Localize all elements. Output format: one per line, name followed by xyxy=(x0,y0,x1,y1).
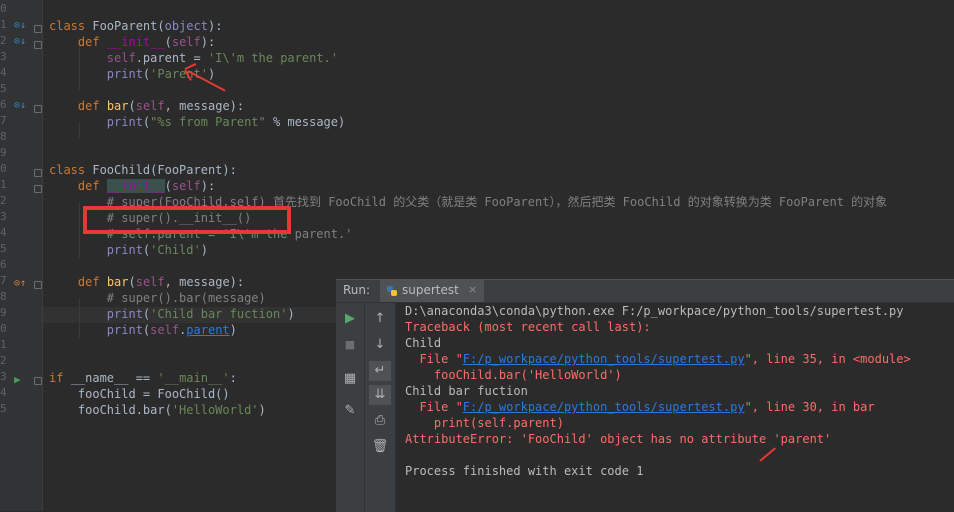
close-icon[interactable]: × xyxy=(468,283,477,296)
console-line: Process finished with exit code 1 xyxy=(405,464,644,478)
run-toolbar-left: ▶ ■ ▦ ✎ xyxy=(336,303,365,512)
console-line: fooChild.bar('HelloWorld') xyxy=(405,368,622,382)
pin-icon[interactable]: ✎ xyxy=(339,401,361,421)
line-number: 3 xyxy=(0,50,7,63)
print-icon[interactable]: ⎙ xyxy=(369,411,391,431)
run-header: Run: supertest × xyxy=(336,280,954,303)
code-line: fooChild = FooChild() xyxy=(77,387,230,401)
code-line: print('Child') xyxy=(106,243,208,257)
fold-marker[interactable] xyxy=(34,25,42,33)
trash-icon[interactable]: 🗑 xyxy=(369,437,391,457)
run-gutter-icon[interactable]: ▶ xyxy=(14,373,21,386)
run-label: Run: xyxy=(343,283,371,297)
fold-marker[interactable] xyxy=(34,281,42,289)
code-line: print("%s from Parent" % message) xyxy=(106,115,346,129)
override-icon[interactable]: ⊙↓ xyxy=(14,100,26,111)
code-line: def bar(self, message): xyxy=(77,99,245,113)
traceback-link[interactable]: F:/p_workpace/python_tools/supertest.py xyxy=(463,352,745,366)
run-tool-window: Run: supertest × ▶ ■ ▦ ✎ ↑ ↓ ↵ ⇊ ⎙ 🗑 D:\… xyxy=(336,279,954,512)
code-line: if __name__ == '__main__': xyxy=(49,371,237,385)
override-icon[interactable]: ⊙↓ xyxy=(14,20,26,31)
overriding-icon[interactable]: ⊙↑ xyxy=(14,278,26,289)
console-line: print(self.parent) xyxy=(405,416,564,430)
code-line: def bar(self, message): xyxy=(77,275,245,289)
restore-layout-icon[interactable]: ▦ xyxy=(339,369,361,389)
console-line: File "F:/p_workpace/python_tools/superte… xyxy=(405,352,911,366)
up-arrow-icon[interactable]: ↑ xyxy=(369,309,391,329)
soft-wrap-icon[interactable]: ↵ xyxy=(369,361,391,381)
traceback-link[interactable]: F:/p_workpace/python_tools/supertest.py xyxy=(463,400,745,414)
code-line: print(self.parent) xyxy=(106,323,237,337)
override-icon[interactable]: ⊙↓ xyxy=(14,36,26,47)
line-number: 4 xyxy=(0,386,7,399)
line-number: 0 xyxy=(0,2,7,15)
line-number: 7 xyxy=(0,114,7,127)
line-number: 2 xyxy=(0,34,7,47)
fold-marker[interactable] xyxy=(34,169,42,177)
line-number: 6 xyxy=(0,258,7,271)
line-number: 8 xyxy=(0,130,7,143)
python-icon xyxy=(387,286,397,296)
line-number: 6 xyxy=(0,98,7,111)
line-number: 1 xyxy=(0,178,7,191)
error-line: AttributeError: 'FooChild' object has no… xyxy=(405,432,832,446)
down-arrow-icon[interactable]: ↓ xyxy=(369,335,391,355)
rerun-icon[interactable]: ▶ xyxy=(339,309,361,329)
line-number: 0 xyxy=(0,162,7,175)
line-number: 3 xyxy=(0,210,7,223)
line-number: 2 xyxy=(0,354,7,367)
code-line: class FooParent(object): xyxy=(49,19,223,33)
line-number: 0 xyxy=(0,322,7,335)
stop-icon[interactable]: ■ xyxy=(339,335,361,355)
fold-marker[interactable] xyxy=(34,105,42,113)
line-number: 1 xyxy=(0,338,7,351)
line-number: 4 xyxy=(0,226,7,239)
fold-marker[interactable] xyxy=(34,185,42,193)
console-line: D:\anaconda3\conda\python.exe F:/p_workp… xyxy=(405,304,904,318)
line-number: 8 xyxy=(0,290,7,303)
console-line: Child xyxy=(405,336,442,350)
line-number: 3 xyxy=(0,370,7,383)
line-number: 9 xyxy=(0,146,7,159)
annotation-highlight-box xyxy=(83,206,291,234)
fold-marker[interactable] xyxy=(34,377,42,385)
line-number: 9 xyxy=(0,306,7,319)
editor-gutter: 0 1 2 3 4 5 6 7 8 9 0 1 2 3 4 5 6 7 8 9 0 1 2 3 4 5 ⊙↓ ⊙↓ ⊙↓ ⊙↑ ▶ xyxy=(0,0,43,511)
line-number: 2 xyxy=(0,194,7,207)
code-line: print('Child bar fuction') xyxy=(106,307,295,321)
line-number: 5 xyxy=(0,242,7,255)
line-number: 5 xyxy=(0,402,7,415)
code-line: # super().bar(message) xyxy=(106,291,266,305)
line-number: 4 xyxy=(0,66,7,79)
console-line: File "F:/p_workpace/python_tools/superte… xyxy=(405,400,875,414)
line-number: 5 xyxy=(0,82,7,95)
line-number: 7 xyxy=(0,274,7,287)
console-line: Child bar fuction xyxy=(405,384,528,398)
code-line: class FooChild(FooParent): xyxy=(49,163,237,177)
run-tab-supertest[interactable]: supertest × xyxy=(380,280,484,302)
console-output[interactable]: D:\anaconda3\conda\python.exe F:/p_workp… xyxy=(405,303,954,512)
code-line: def __init__(self): xyxy=(77,35,216,49)
run-toolbar-right: ↑ ↓ ↵ ⇊ ⎙ 🗑 xyxy=(365,303,396,512)
run-tab-label: supertest xyxy=(402,283,459,297)
line-number: 1 xyxy=(0,18,7,31)
code-line: fooChild.bar('HelloWorld') xyxy=(77,403,266,417)
fold-marker[interactable] xyxy=(34,41,42,49)
console-line: Traceback (most recent call last): xyxy=(405,320,651,334)
code-line: def __init__(self): xyxy=(77,179,216,193)
scroll-to-end-icon[interactable]: ⇊ xyxy=(369,385,391,405)
